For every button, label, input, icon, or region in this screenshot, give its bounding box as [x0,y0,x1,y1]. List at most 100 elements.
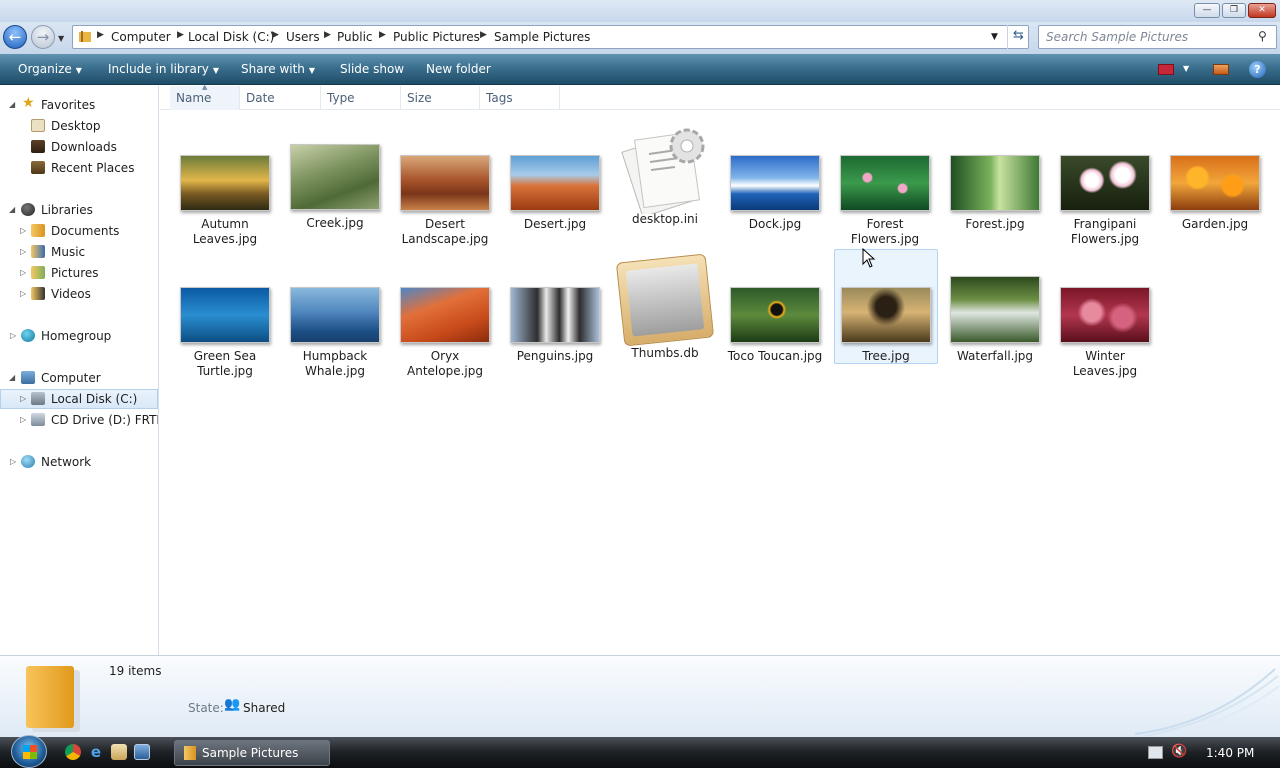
network-status-icon[interactable] [1148,746,1163,759]
include-in-library-button[interactable]: Include in library ▼ [108,62,219,76]
chevron-right-icon[interactable]: ▶ [272,30,279,40]
sidebar-item-favorites[interactable]: ◢ ★ Favorites [0,95,158,115]
internet-explorer-icon[interactable]: e [88,744,104,760]
slide-show-button[interactable]: Slide show [340,62,404,76]
expand-arrow-icon[interactable]: ▷ [20,268,26,277]
image-thumbnail [180,287,270,343]
help-icon[interactable]: ? [1249,61,1266,78]
file-item[interactable]: Autumn Leaves.jpg [173,155,277,247]
show-desktop-icon[interactable] [134,744,150,760]
sidebar-label: Desktop [51,119,101,133]
file-item[interactable]: desktop.ini [613,120,717,227]
expand-arrow-icon[interactable]: ▷ [20,394,26,403]
sidebar-item-libraries[interactable]: ◢ Libraries [0,200,158,220]
breadcrumb-users[interactable]: Users [286,30,320,44]
chevron-right-icon[interactable]: ▶ [324,30,331,40]
expand-arrow-icon[interactable]: ▷ [10,331,16,340]
file-item[interactable]: Tree.jpg [834,249,938,364]
chevron-right-icon[interactable]: ▶ [379,30,386,40]
preview-pane-icon[interactable] [1213,64,1229,75]
file-item[interactable]: Desert Landscape.jpg [393,155,497,247]
sidebar-item-network[interactable]: ▷ Network [0,452,158,472]
breadcrumb-local-disk[interactable]: Local Disk (C:) [188,30,274,44]
expand-arrow-icon[interactable]: ▷ [20,247,26,256]
file-item[interactable]: Frangipani Flowers.jpg [1053,155,1157,247]
folder-icon [184,746,196,760]
address-history-dropdown[interactable]: ▼ [991,32,998,42]
taskbar-window-button[interactable]: Sample Pictures [174,740,330,766]
file-item[interactable]: Waterfall.jpg [943,276,1047,364]
view-dropdown[interactable]: ▼ [1183,64,1189,73]
file-name: Autumn Leaves.jpg [192,217,258,246]
file-item[interactable]: Winter Leaves.jpg [1053,287,1157,379]
expand-arrow-icon[interactable]: ◢ [9,205,15,214]
sidebar-item-cd-drive[interactable]: ▷ CD Drive (D:) FRTMEVOL_EN [0,410,158,430]
start-button[interactable] [11,735,47,768]
include-label: Include in library [108,62,209,76]
expand-arrow-icon[interactable]: ▷ [10,457,16,466]
file-item[interactable]: Forest.jpg [943,155,1047,232]
chevron-right-icon[interactable]: ▶ [480,30,487,40]
sidebar-item-desktop[interactable]: Desktop [0,116,158,136]
file-item[interactable]: Penguins.jpg [503,287,607,364]
file-item[interactable]: Humpback Whale.jpg [283,287,387,379]
recent-pages-dropdown[interactable]: ▼ [58,34,64,43]
file-item[interactable]: Garden.jpg [1163,155,1267,232]
change-view-icon[interactable] [1158,64,1174,75]
sidebar-item-homegroup[interactable]: ▷ Homegroup [0,326,158,346]
back-button[interactable]: ← [3,25,27,49]
sidebar-item-downloads[interactable]: Downloads [0,137,158,157]
breadcrumb-public-pictures[interactable]: Public Pictures [393,30,480,44]
breadcrumb-sample-pictures[interactable]: Sample Pictures [494,30,590,44]
homegroup-icon [21,329,35,342]
expand-arrow-icon[interactable]: ▷ [20,415,26,424]
organize-button[interactable]: Organize ▼ [18,62,82,76]
column-header-type[interactable]: Type [321,86,401,110]
close-button[interactable]: ✕ [1248,3,1276,18]
column-header-tags[interactable]: Tags [480,86,560,110]
column-header-date[interactable]: Date [240,86,321,110]
sidebar-item-local-disk[interactable]: ▷ Local Disk (C:) [0,389,158,409]
new-folder-button[interactable]: New folder [426,62,491,76]
expand-arrow-icon[interactable]: ▷ [20,289,26,298]
sidebar-label: CD Drive (D:) FRTMEVOL_EN [51,413,158,427]
file-name: desktop.ini [632,212,698,226]
breadcrumb-public[interactable]: Public [337,30,373,44]
forward-button[interactable]: → [31,25,55,49]
file-item[interactable]: Desert.jpg [503,155,607,232]
chevron-right-icon[interactable]: ▶ [97,30,104,40]
chrome-icon[interactable] [65,744,81,760]
file-item[interactable]: Green Sea Turtle.jpg [173,287,277,379]
sidebar-item-pictures[interactable]: ▷ Pictures [0,263,158,283]
sidebar-item-music[interactable]: ▷ Music [0,242,158,262]
breadcrumb-computer[interactable]: Computer [111,30,171,44]
volume-muted-icon[interactable]: 🔇 [1171,744,1187,759]
sidebar-item-recent-places[interactable]: Recent Places [0,158,158,178]
file-name: Oryx Antelope.jpg [407,349,483,378]
refresh-button[interactable]: ⇆ [1007,25,1029,49]
file-item[interactable]: Forest Flowers.jpg [833,155,937,247]
sidebar-item-documents[interactable]: ▷ Documents [0,221,158,241]
sidebar-item-computer[interactable]: ◢ Computer [0,368,158,388]
sidebar-item-videos[interactable]: ▷ Videos [0,284,158,304]
explorer-icon[interactable] [111,744,127,760]
file-item[interactable]: Oryx Antelope.jpg [393,287,497,379]
chevron-right-icon[interactable]: ▶ [177,30,184,40]
expand-arrow-icon[interactable]: ▷ [20,226,26,235]
file-name: Garden.jpg [1181,217,1249,231]
file-item[interactable]: Creek.jpg [283,144,387,231]
address-bar[interactable]: ▶ Computer ▶ Local Disk (C:) ▶ Users ▶ P… [72,25,1029,49]
share-with-button[interactable]: Share with ▼ [241,62,315,76]
file-item[interactable]: Toco Toucan.jpg [723,287,827,364]
column-header-size[interactable]: Size [401,86,480,110]
clock[interactable]: 1:40 PM [1206,746,1254,760]
maximize-button[interactable]: ❐ [1222,3,1246,18]
search-icon[interactable]: ⚲ [1258,29,1267,43]
file-item[interactable]: Thumbs.db [613,253,717,361]
expand-arrow-icon[interactable]: ◢ [9,100,15,109]
column-header-name[interactable]: Name ▲ [170,83,240,110]
file-item[interactable]: Dock.jpg [723,155,827,232]
minimize-button[interactable]: — [1194,3,1220,18]
expand-arrow-icon[interactable]: ◢ [9,373,15,382]
search-input[interactable]: Search Sample Pictures [1038,25,1277,49]
